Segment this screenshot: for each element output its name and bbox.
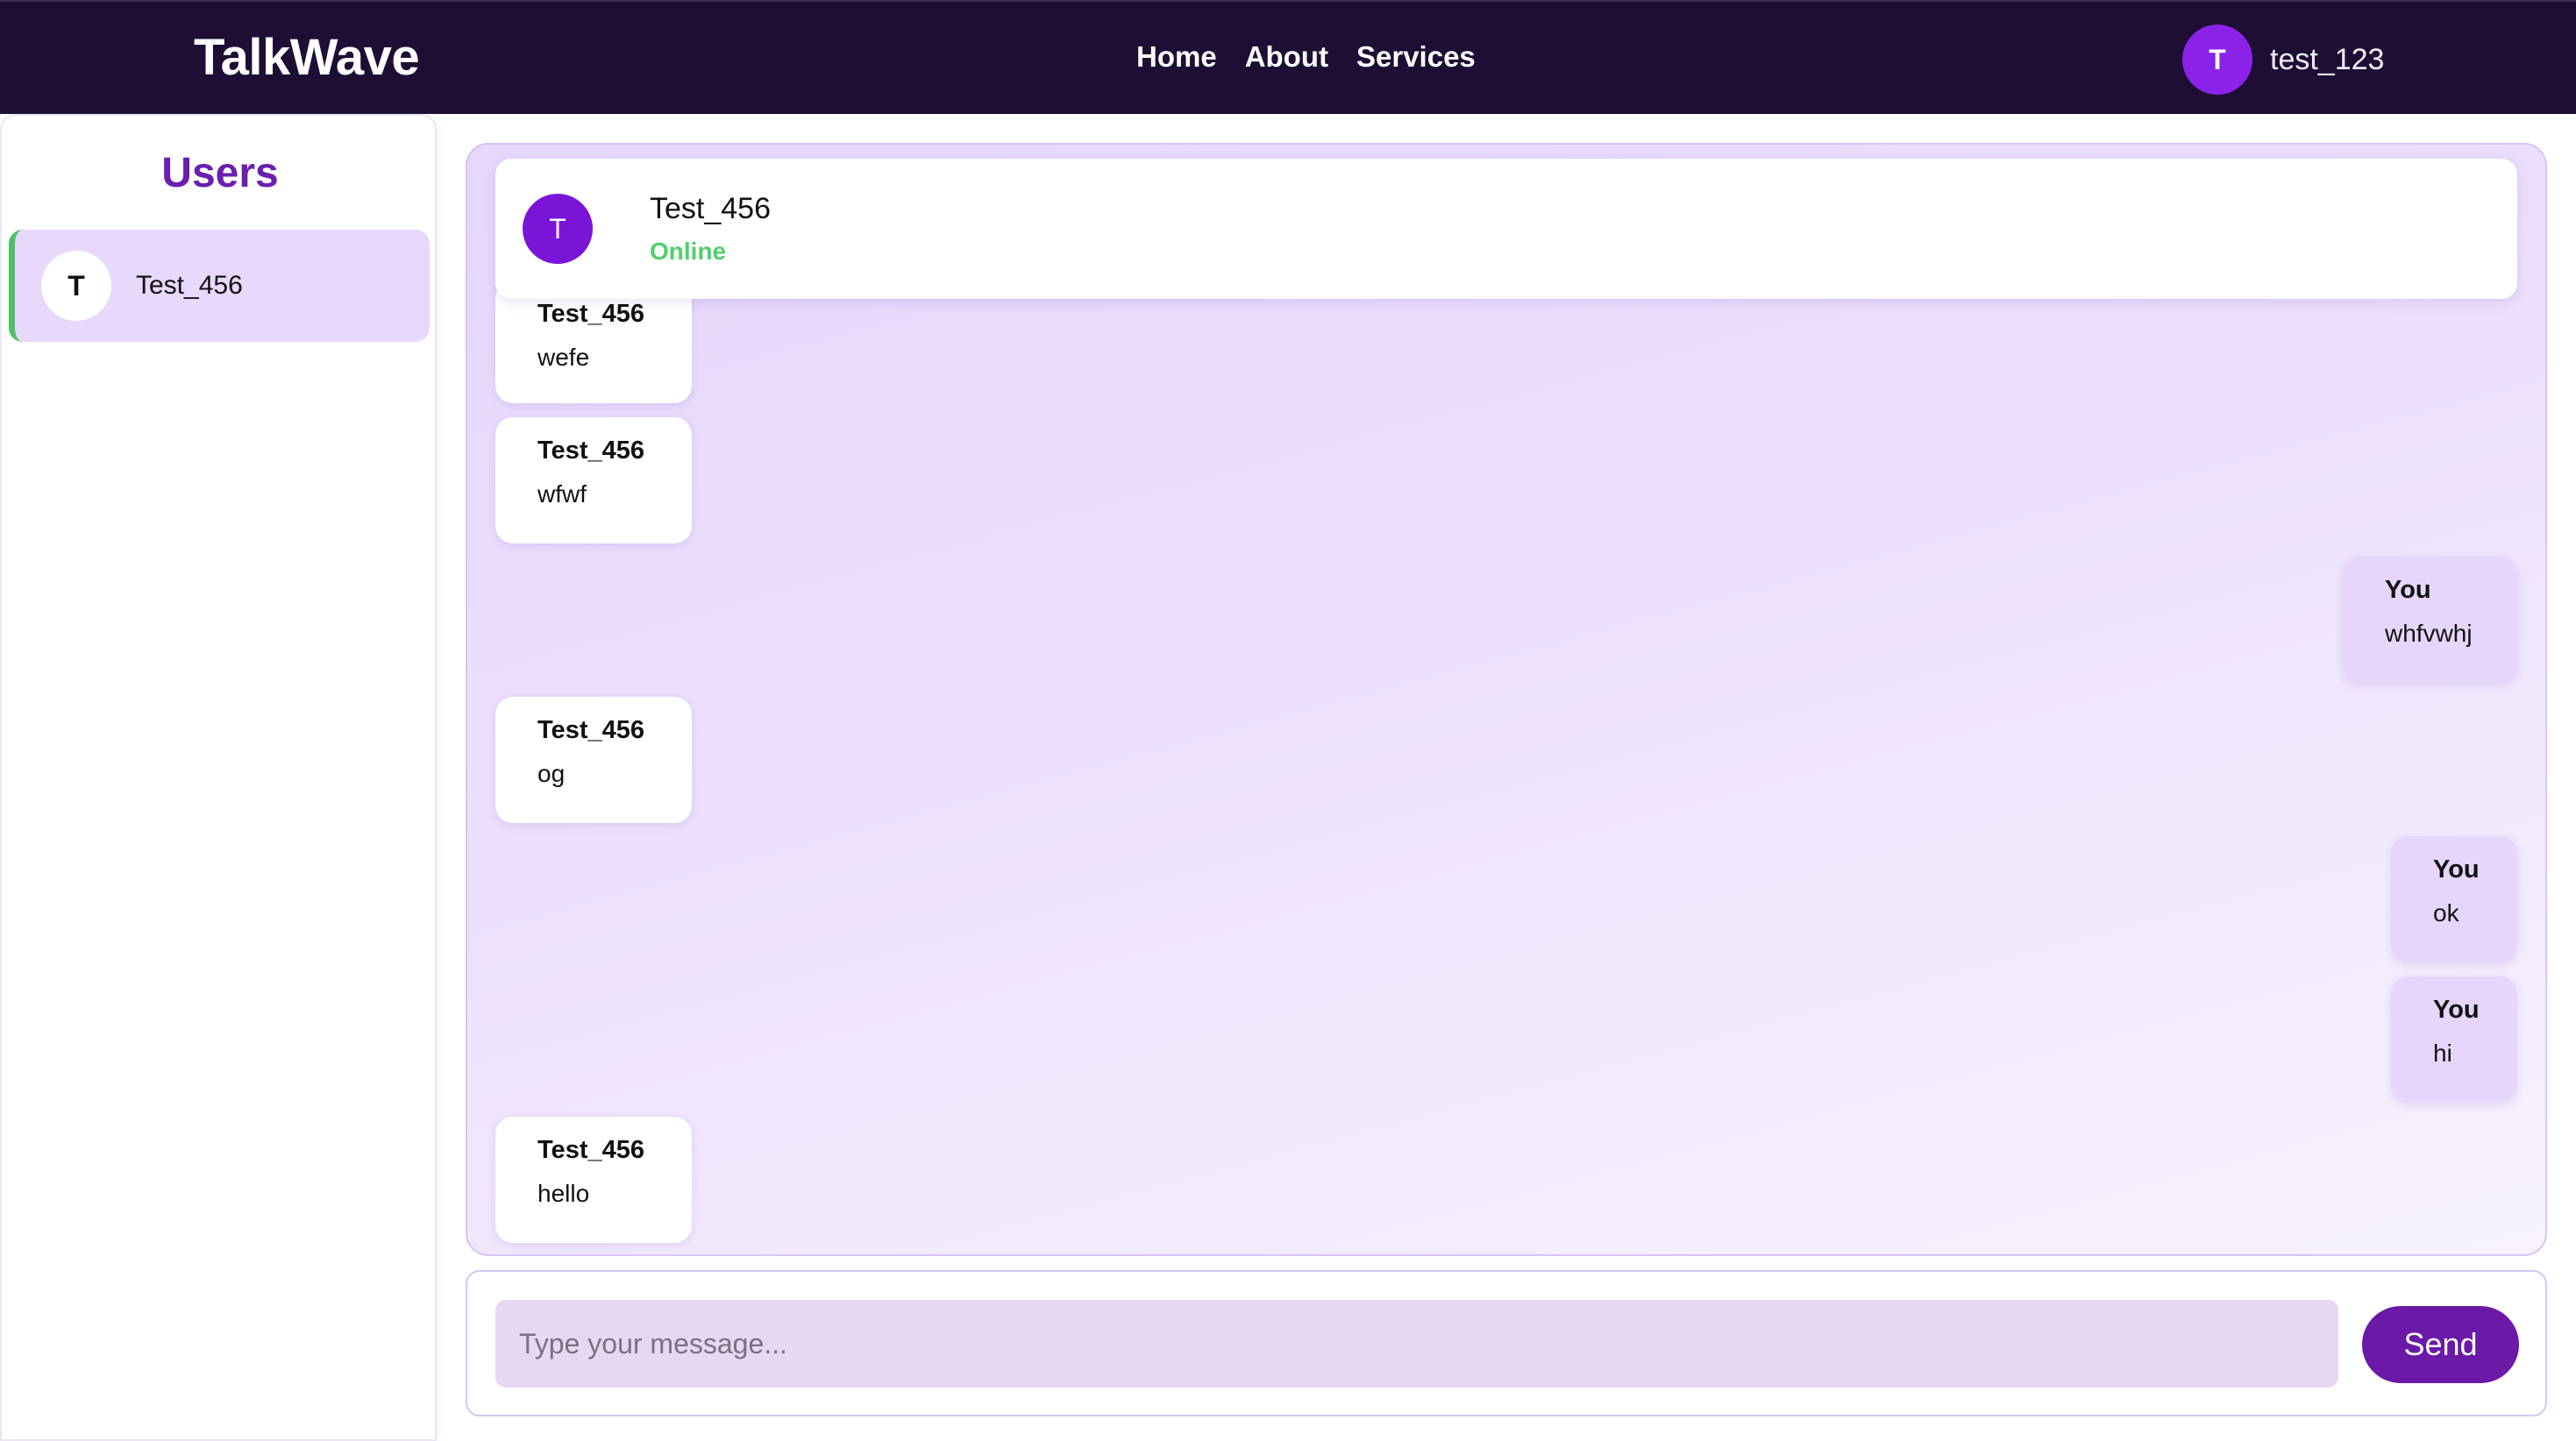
- nav-link-about[interactable]: About: [1245, 40, 1328, 74]
- message-bubble: Test_456 wefe: [495, 280, 692, 403]
- current-user-menu[interactable]: T test_123: [2182, 25, 2384, 95]
- contact-name: Test_456: [650, 192, 771, 225]
- nav-links: Home About Services: [1136, 40, 1504, 74]
- brand-logo[interactable]: TalkWave: [194, 28, 420, 87]
- message-sender: You: [2433, 855, 2480, 884]
- message-sender: Test_456: [537, 437, 644, 465]
- contact-status: Online: [650, 238, 727, 265]
- current-user-avatar[interactable]: T: [2182, 25, 2252, 95]
- message-bubble: Test_456 wfwf: [495, 417, 692, 543]
- message-text: whfvwhj: [2385, 620, 2473, 647]
- message-bubble: You whfvwhj: [2343, 557, 2517, 683]
- message-text: wefe: [537, 344, 590, 371]
- message-bubble: You ok: [2391, 836, 2517, 962]
- message-bubble: Test_456 hello: [495, 1117, 692, 1243]
- current-user-name[interactable]: test_123: [2270, 43, 2384, 77]
- nav-link-services[interactable]: Services: [1356, 40, 1476, 74]
- send-button[interactable]: Send: [2362, 1306, 2519, 1383]
- user-list-item[interactable]: T Test_456: [9, 230, 430, 342]
- contact-avatar: T: [523, 194, 593, 264]
- chat-header: T Test_456 Online: [495, 159, 2517, 299]
- sidebar-title: Users: [161, 150, 279, 196]
- message-input[interactable]: [495, 1300, 2338, 1388]
- message-composer: Send: [466, 1270, 2547, 1416]
- message-text: ok: [2433, 899, 2459, 926]
- message-sender: You: [2385, 576, 2431, 604]
- message-sender: You: [2433, 996, 2480, 1024]
- users-sidebar: Users T Test_456: [0, 114, 437, 1441]
- message-sender: Test_456: [537, 1136, 644, 1164]
- message-text: og: [537, 760, 566, 787]
- message-text: hello: [537, 1180, 590, 1207]
- user-avatar: T: [41, 251, 111, 321]
- message-bubble: Test_456 og: [495, 697, 692, 823]
- message-bubble: You hi: [2391, 976, 2517, 1103]
- chat-panel[interactable]: T Test_456 Online Test_456 wefe Test_456…: [466, 143, 2547, 1256]
- message-text: hi: [2433, 1040, 2452, 1067]
- message-text: wfwf: [537, 480, 587, 508]
- message-sender: Test_456: [537, 716, 644, 744]
- user-name: Test_456: [136, 271, 243, 300]
- top-navbar: TalkWave Home About Services T test_123: [0, 0, 2576, 114]
- nav-link-home[interactable]: Home: [1136, 40, 1217, 74]
- message-sender: Test_456: [537, 300, 644, 328]
